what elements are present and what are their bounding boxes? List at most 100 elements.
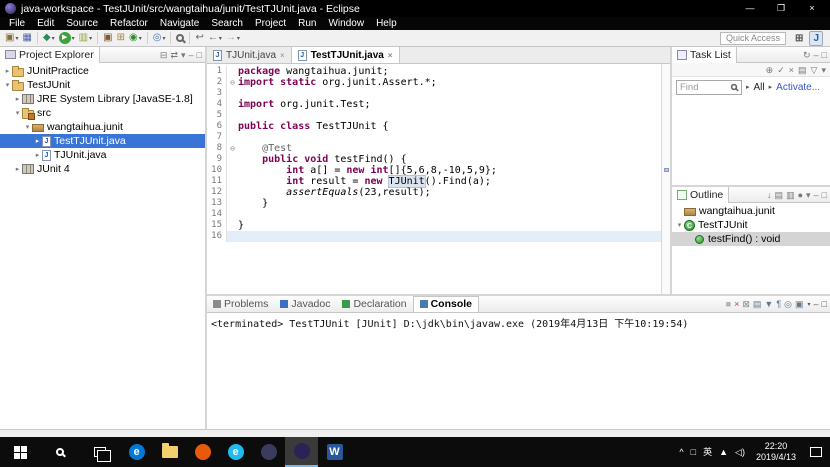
new-task-icon[interactable]: ⊕ [766,63,774,77]
menu-file[interactable]: File [3,17,31,30]
tree-item-testtjunit[interactable]: ▾ C TestTJUnit [672,218,830,232]
code-editor[interactable]: 1 package wangtaihua.junit; 2 ⊖ import stati… [207,64,670,294]
display-console-icon[interactable]: ▣ [795,297,804,311]
dropdown-arrow-icon[interactable]: ▾ [72,35,75,42]
start-button[interactable] [0,437,40,467]
taskbar-app-file-explorer[interactable] [153,437,186,467]
link-with-editor-icon[interactable]: ⇄ [170,48,178,62]
tree-item-wangtaihua-junit[interactable]: wangtaihua.junit [672,204,830,218]
network-icon[interactable]: ▲ [719,437,728,467]
tree-item-junitpractice[interactable]: ▸ JUnitPractice [0,64,205,78]
last-edit-location-icon[interactable]: ↩ [193,31,205,46]
taskbar-app-word[interactable]: W [318,437,351,467]
tree-item-testjunit[interactable]: ▾ TestJUnit [0,78,205,92]
code-line-6[interactable]: 6 public class TestTJUnit { [207,121,661,132]
code-line-4[interactable]: 4 import org.junit.Test; [207,99,661,110]
fold-marker[interactable]: ⊖ [227,77,238,88]
dropdown-arrow-icon[interactable]: ▾ [162,35,165,42]
close-tab-icon[interactable]: × [280,51,285,60]
remove-all-launches-icon[interactable]: ⊠ [742,297,750,311]
view-menu-icon[interactable]: ▾ [806,188,811,202]
tree-item-testfind-void[interactable]: testFind() : void [672,232,830,246]
view-menu-icon[interactable]: ▾ [821,63,826,77]
menu-edit[interactable]: Edit [31,17,60,30]
minimize-view-icon[interactable]: – [814,48,819,62]
action-center-button[interactable] [802,437,830,467]
menu-refactor[interactable]: Refactor [104,17,154,30]
tree-item-wangtaihua-junit[interactable]: ▾ wangtaihua.junit [0,120,205,134]
code-line-3[interactable]: 3 [207,88,661,99]
dropdown-arrow-icon[interactable]: ▾ [219,35,222,42]
code-line-16[interactable]: 16 [207,231,661,242]
tree-expand-icon[interactable]: ▸ [13,95,22,103]
forward-icon[interactable]: → ▾ [224,31,242,46]
task-activate-link[interactable]: Activate... [776,82,820,93]
refresh-icon[interactable]: ↻ [803,48,811,62]
tree-expand-icon[interactable]: ▸ [13,165,22,173]
close-tab-icon[interactable]: × [388,51,393,60]
categorized-icon[interactable]: ▤ [798,63,807,77]
mark-complete-icon[interactable]: ✓ [777,63,785,77]
new-class-icon[interactable]: ◉ ▾ [127,31,144,46]
maximize-view-icon[interactable]: □ [822,188,827,202]
java-perspective-icon[interactable]: J [809,30,823,46]
code-line-7[interactable]: 7 [207,132,661,143]
sort-icon[interactable]: ↓ [767,188,772,202]
taskbar-app-internet-explorer[interactable]: e [219,437,252,467]
taskbar-app-firefox[interactable] [186,437,219,467]
code-line-2[interactable]: 2 ⊖ import static org.junit.Assert.*; [207,77,661,88]
task-filter-all[interactable]: All [754,82,765,93]
task-find-input[interactable]: Find [676,79,742,95]
tree-expand-icon[interactable]: ▸ [3,67,12,75]
new-package-icon[interactable]: ⊞ [115,31,127,46]
minimize-window-button[interactable]: — [737,0,763,17]
console-tab-console[interactable]: Console [412,295,480,312]
hide-fields-icon[interactable]: ▤ [775,188,784,202]
maximize-view-icon[interactable]: □ [197,48,202,62]
editor-tab-testtjunit-java[interactable]: J TestTJUnit.java × [291,47,400,63]
hidden-icons-chevron[interactable]: ^ [679,437,683,467]
menu-navigate[interactable]: Navigate [154,17,205,30]
code-line-1[interactable]: 1 package wangtaihua.junit; [207,66,661,77]
open-task-icon[interactable]: ◎ ▾ [151,31,168,46]
tree-item-testtjunit-java[interactable]: ▸ J TestTJUnit.java [0,134,205,148]
menu-run[interactable]: Run [292,17,322,30]
code-line-11[interactable]: 11 int result = new TJUnit().Find(a); [207,175,661,188]
run-icon[interactable]: ▶ ▾ [57,31,77,46]
tree-expand-icon[interactable]: ▾ [3,81,12,89]
dropdown-arrow-icon[interactable]: ▾ [139,35,142,42]
dropdown-arrow-icon[interactable]: ▾ [15,35,18,42]
terminate-icon[interactable]: ■ [726,297,731,311]
clear-console-icon[interactable]: ▤ [753,297,762,311]
code-line-12[interactable]: 12 assertEquals(23,result); [207,187,661,198]
display-console-icon-dropdown[interactable]: ▾ [808,301,811,308]
hide-non-public-icon[interactable]: ● [798,188,803,202]
tree-expand-icon[interactable]: ▸ [33,137,42,145]
quick-access-input[interactable]: Quick Access [720,31,787,45]
view-menu-icon[interactable]: ▾ [181,48,186,62]
taskbar-app-edge[interactable]: e [120,437,153,467]
save-icon[interactable]: ▦ [20,31,33,46]
code-line-9[interactable]: 9 public void testFind() { [207,154,661,165]
console-tab-javadoc[interactable]: Javadoc [274,296,336,312]
word-wrap-icon[interactable]: ¶ [776,297,781,311]
code-line-15[interactable]: 15} [207,220,661,231]
volume-icon[interactable]: ◁) [735,437,745,467]
open-perspective-icon[interactable]: ⊞ [792,32,806,45]
minimize-view-icon[interactable]: – [189,48,194,62]
taskbar-app-dark-app[interactable] [252,437,285,467]
filter-icon[interactable]: ▽ [811,63,818,77]
dropdown-arrow-icon[interactable]: ▾ [237,35,240,42]
taskbar-search-button[interactable] [40,437,80,467]
occurrence-marker[interactable] [664,167,669,172]
new-wizard-icon[interactable]: ▣ ▾ [3,31,20,46]
tree-expand-icon[interactable]: ▾ [23,123,32,131]
code-line-8[interactable]: 8 ⊖ @Test [207,143,661,154]
code-line-14[interactable]: 14 [207,209,661,220]
remove-launch-icon[interactable]: × [734,297,739,311]
outline-tab[interactable]: Outline [672,186,730,203]
dropdown-arrow-icon[interactable]: ▾ [89,35,92,42]
collapse-all-icon[interactable]: ⊟ [160,48,168,62]
tree-expand-icon[interactable]: ▾ [13,109,22,117]
console-tab-problems[interactable]: Problems [207,296,274,312]
